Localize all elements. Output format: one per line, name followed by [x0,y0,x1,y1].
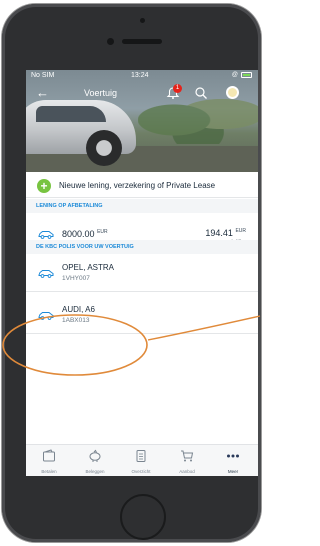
new-product-row[interactable]: + Nieuwe lening, verzekering of Private … [26,174,258,198]
license-plate: 1VHY007 [62,275,90,282]
vehicle-name: OPEL, ASTRA [62,263,115,272]
vehicle-hero-image: No SIM 13:24 @ ← Voertuig 1 [26,70,258,172]
clock: 13:24 [131,72,149,79]
car-icon [38,270,54,278]
tab-betalen[interactable]: Betalen [26,445,72,476]
monthly-amount: 194.41 [205,228,233,238]
tab-overzicht[interactable]: Overzicht [118,445,164,476]
search-icon[interactable] [194,86,208,100]
nav-bar: ← Voertuig 1 [26,84,258,104]
bottom-tab-bar: Betalen Beleggen Overzicht Aanbod Meer [26,444,258,476]
back-arrow-icon[interactable]: ← [36,85,49,100]
piggy-bank-icon [89,449,101,462]
battery-icon [241,72,252,78]
notification-badge: 1 [173,84,182,93]
cart-icon [181,450,194,462]
location-icon: @ [231,72,238,78]
front-sensor [140,18,145,23]
section-header-loan: LENING OP AFBETALING [26,199,258,213]
document-icon [136,450,146,462]
annotation-pointer-line [148,315,261,341]
tab-beleggen[interactable]: Beleggen [72,445,118,476]
loan-amount: 8000.00 [62,229,95,239]
vehicle-row-opel[interactable]: OPEL, ASTRA 1VHY007 [26,256,258,292]
more-dots-icon [227,454,239,458]
front-camera [107,38,114,45]
car-wheel [86,130,122,166]
highlight-ellipse [2,314,148,376]
earpiece-speaker [122,39,162,44]
car-icon [38,231,54,239]
tab-meer[interactable]: Meer [210,445,256,476]
section-header-policy: DE KBC POLIS VOOR UW VOERTUIG [26,240,258,254]
wallet-icon [43,449,55,462]
status-bar: No SIM 13:24 @ [26,70,258,82]
loan-currency: EUR [97,229,108,235]
carrier-label: No SIM [31,72,55,79]
tab-aanbod[interactable]: Aanbod [164,445,210,476]
app-screen: No SIM 13:24 @ ← Voertuig 1 + Nieuwe len… [26,70,258,476]
monthly-currency: EUR [235,228,246,234]
profile-avatar[interactable] [226,86,239,99]
page-title: Voertuig [84,88,118,98]
plus-icon: + [37,179,51,193]
new-product-label: Nieuwe lening, verzekering of Private Le… [59,181,216,190]
home-button[interactable] [120,494,166,540]
